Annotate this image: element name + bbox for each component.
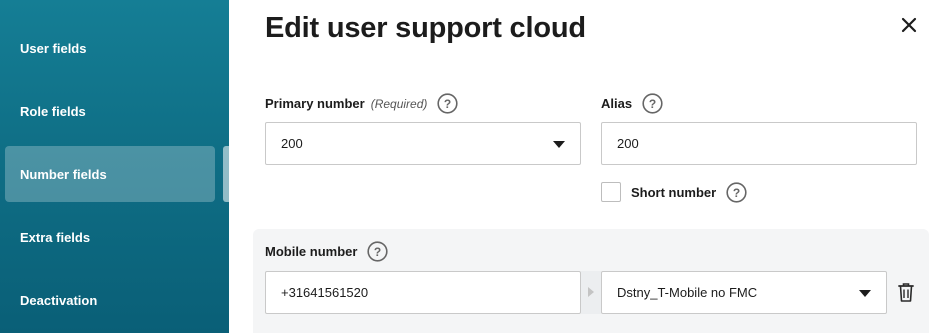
mobile-number-value: +31641561520 — [281, 285, 369, 300]
alias-input[interactable]: 200 — [601, 122, 917, 165]
active-item-indicator — [223, 146, 229, 202]
primary-number-label: Primary number (Required) ? — [265, 93, 459, 114]
sidebar-item-label: Role fields — [20, 103, 86, 119]
help-icon[interactable]: ? — [726, 182, 747, 203]
help-icon[interactable]: ? — [437, 93, 459, 114]
alias-label: Alias ? — [601, 93, 663, 114]
primary-number-label-text: Primary number — [265, 96, 365, 111]
alias-value: 200 — [617, 136, 639, 151]
chevron-down-icon — [553, 141, 565, 148]
mobile-provider-value: Dstny_T-Mobile no FMC — [617, 285, 758, 300]
sidebar-item-role-fields[interactable]: Role fields — [5, 83, 215, 139]
short-number-label-text: Short number — [631, 185, 717, 200]
primary-number-value: 200 — [281, 136, 303, 151]
short-number-checkbox[interactable] — [601, 182, 621, 202]
short-number-label: Short number ? — [631, 182, 747, 203]
svg-text:?: ? — [649, 97, 656, 111]
sidebar-item-deactivation[interactable]: Deactivation — [5, 272, 215, 328]
trash-icon[interactable] — [896, 281, 916, 303]
mobile-provider-select[interactable]: Dstny_T-Mobile no FMC — [601, 271, 887, 314]
mobile-number-label: Mobile number ? — [265, 241, 389, 262]
svg-text:?: ? — [444, 97, 451, 111]
alias-label-text: Alias — [601, 96, 633, 111]
sidebar-item-extra-fields[interactable]: Extra fields — [5, 209, 215, 265]
page-title: Edit user support cloud — [265, 12, 586, 44]
sidebar-item-label: Extra fields — [20, 229, 91, 245]
svg-text:?: ? — [733, 186, 740, 200]
sidebar-item-label: Number fields — [20, 166, 107, 182]
sidebar-item-user-fields[interactable]: User fields — [5, 20, 215, 76]
svg-text:?: ? — [374, 245, 381, 259]
required-indicator: (Required) — [370, 96, 428, 111]
sidebar-item-label: Deactivation — [20, 292, 98, 308]
mobile-number-input[interactable]: +31641561520 — [265, 271, 581, 314]
mobile-number-label-text: Mobile number — [265, 244, 358, 259]
settings-sidebar: User fields Role fields Number fields Ex… — [0, 0, 229, 333]
help-icon[interactable]: ? — [642, 93, 663, 114]
sidebar-item-label: User fields — [20, 40, 87, 56]
chevron-down-icon — [859, 290, 871, 297]
help-icon[interactable]: ? — [367, 241, 389, 262]
sidebar-item-number-fields[interactable]: Number fields — [5, 146, 215, 202]
chevron-right-icon — [581, 271, 601, 314]
primary-number-select[interactable]: 200 — [265, 122, 581, 165]
close-icon[interactable] — [897, 13, 921, 37]
